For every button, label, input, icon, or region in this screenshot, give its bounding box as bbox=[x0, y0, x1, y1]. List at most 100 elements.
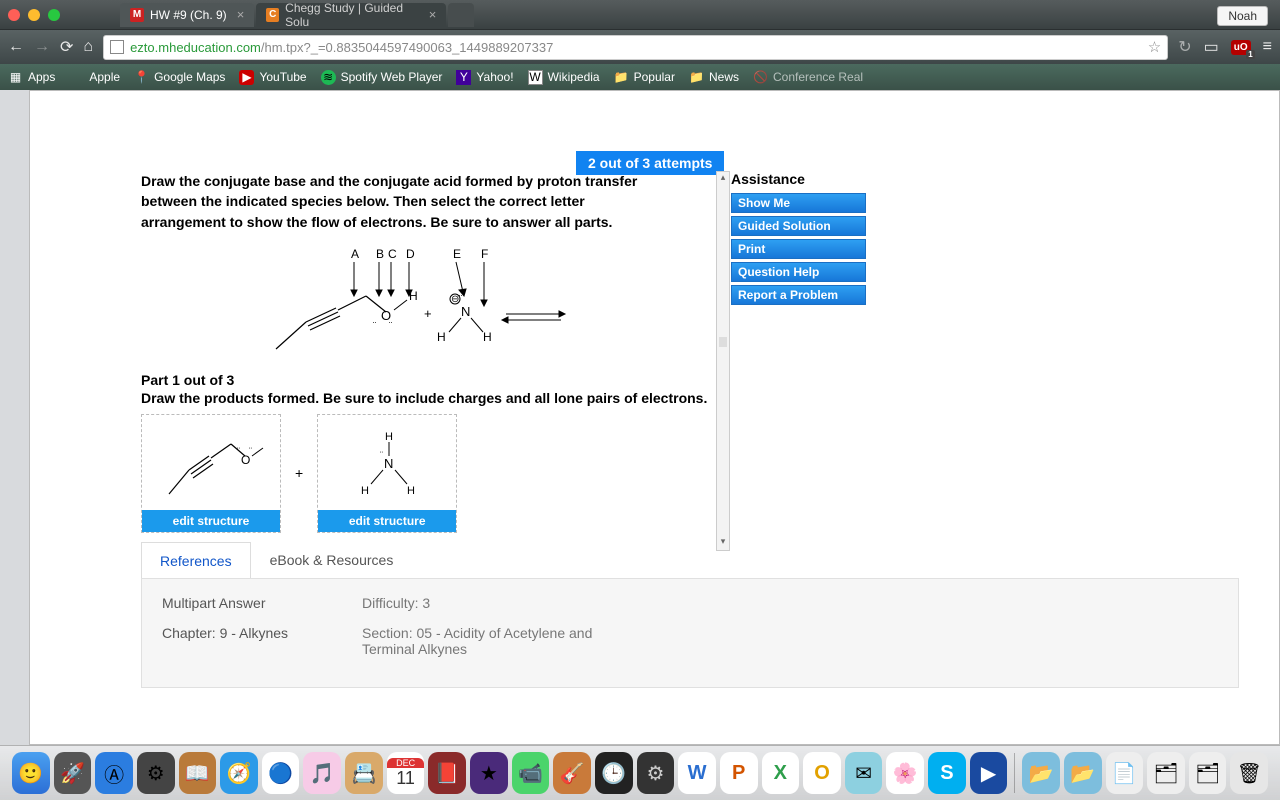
dictionary-app-icon[interactable]: 📕 bbox=[428, 752, 466, 794]
clock-app-icon[interactable]: 🕒 bbox=[595, 752, 633, 794]
url-host: ezto.mheducation.com bbox=[130, 40, 261, 55]
imovie-app-icon[interactable]: ★ bbox=[470, 752, 508, 794]
page-icon bbox=[110, 40, 124, 54]
itunes-app-icon[interactable]: 🎵 bbox=[303, 752, 341, 794]
maximize-window-icon[interactable] bbox=[48, 9, 60, 21]
word-app-icon[interactable]: W bbox=[678, 752, 716, 794]
launchpad-app-icon[interactable]: 🚀 bbox=[54, 752, 92, 794]
dock-stack-2-icon[interactable]: 🗂 bbox=[1147, 752, 1185, 794]
edit-structure-button-2[interactable]: edit structure bbox=[318, 510, 456, 532]
question-text: Draw the conjugate base and the conjugat… bbox=[141, 171, 662, 232]
youtube-bookmark[interactable]: ▶YouTube bbox=[239, 70, 306, 85]
conference-bookmark[interactable]: 🚫Conference Real bbox=[753, 70, 863, 85]
gmaps-bookmark[interactable]: 📍Google Maps bbox=[134, 70, 225, 85]
safari-app-icon[interactable]: 🧭 bbox=[220, 752, 258, 794]
apple-icon bbox=[69, 70, 84, 85]
wikipedia-bookmark[interactable]: WWikipedia bbox=[528, 70, 600, 85]
scroll-up-icon[interactable]: ▴ bbox=[717, 172, 729, 186]
chrome-app-icon[interactable]: 🔵 bbox=[262, 752, 300, 794]
svg-text:+: + bbox=[424, 306, 432, 321]
dock-folder-2-icon[interactable]: 📂 bbox=[1064, 752, 1102, 794]
tab-ebook[interactable]: eBook & Resources bbox=[251, 541, 413, 580]
blocked-icon: 🚫 bbox=[753, 70, 768, 85]
show-me-button[interactable]: Show Me bbox=[731, 193, 866, 213]
svg-text:¨: ¨ bbox=[237, 446, 240, 456]
facetime-app-icon[interactable]: 📹 bbox=[512, 752, 550, 794]
scroll-thumb[interactable] bbox=[719, 337, 727, 347]
svg-text:¨: ¨ bbox=[380, 450, 383, 460]
powerpoint-app-icon[interactable]: P bbox=[720, 752, 758, 794]
appstore-app-icon[interactable]: Ⓐ bbox=[95, 752, 133, 794]
question-content: 2 out of 3 attempts Draw the conjugate b… bbox=[141, 151, 1131, 533]
dock-stack-1-icon[interactable]: 📄 bbox=[1106, 752, 1144, 794]
minimize-window-icon[interactable] bbox=[28, 9, 40, 21]
apple-bookmark[interactable]: Apple bbox=[69, 70, 120, 85]
outlook-app-icon[interactable]: O bbox=[803, 752, 841, 794]
address-bar[interactable]: ezto.mheducation.com /hm.tpx?_=0.8835044… bbox=[103, 35, 1168, 60]
excel-app-icon[interactable]: X bbox=[762, 752, 800, 794]
gmaps-icon: 📍 bbox=[134, 70, 149, 85]
cast-icon[interactable]: ▭ bbox=[1204, 37, 1219, 57]
svg-text:N: N bbox=[461, 304, 470, 319]
yahoo-bookmark[interactable]: YYahoo! bbox=[456, 70, 513, 85]
apps-bookmark[interactable]: ▦Apps bbox=[8, 70, 55, 85]
home-icon[interactable]: ⌂ bbox=[83, 38, 93, 56]
inner-scrollbar[interactable]: ▴ ▾ bbox=[716, 171, 730, 551]
svg-text:N: N bbox=[384, 456, 393, 471]
forward-icon[interactable]: → bbox=[34, 38, 50, 56]
back-icon[interactable]: ← bbox=[8, 38, 24, 56]
wikipedia-icon: W bbox=[528, 70, 543, 85]
tab-chegg[interactable]: C Chegg Study | Guided Solu × bbox=[256, 3, 446, 27]
close-tab-icon[interactable]: × bbox=[237, 7, 245, 22]
new-tab-button[interactable] bbox=[448, 3, 474, 27]
close-tab-icon[interactable]: × bbox=[429, 7, 437, 22]
svg-text:C: C bbox=[388, 247, 397, 261]
plus-sign: + bbox=[295, 465, 303, 481]
calendar-app-icon[interactable]: DEC 11 bbox=[387, 752, 425, 794]
media-app-icon[interactable]: ▶ bbox=[970, 752, 1008, 794]
settings-app-icon[interactable]: ⚙ bbox=[637, 752, 675, 794]
ref-row-chapter: Chapter: 9 - Alkynes Section: 05 - Acidi… bbox=[162, 625, 1218, 657]
print-button[interactable]: Print bbox=[731, 239, 866, 259]
profile-badge[interactable]: Noah bbox=[1217, 6, 1268, 26]
contacts-app-icon[interactable]: 📇 bbox=[345, 752, 383, 794]
skype-app-icon[interactable]: S bbox=[928, 752, 966, 794]
edit-structure-button-1[interactable]: edit structure bbox=[142, 510, 280, 532]
part-instructions: Draw the products formed. Be sure to inc… bbox=[141, 390, 1131, 406]
close-window-icon[interactable] bbox=[8, 9, 20, 21]
question-help-button[interactable]: Question Help bbox=[731, 262, 866, 282]
product-2-box: N ¨ H H H edit structure bbox=[317, 414, 457, 533]
svg-text:H: H bbox=[385, 431, 393, 443]
sysprefs-app-icon[interactable]: ⚙ bbox=[137, 752, 175, 794]
menu-icon[interactable]: ≡ bbox=[1263, 38, 1272, 56]
dock-stack-3-icon[interactable]: 🗂 bbox=[1189, 752, 1227, 794]
ublock-icon[interactable]: uO bbox=[1231, 40, 1251, 55]
svg-text:B: B bbox=[376, 247, 384, 261]
scroll-down-icon[interactable]: ▾ bbox=[717, 536, 729, 550]
part-title: Part 1 out of 3 bbox=[141, 372, 1131, 388]
tab-references[interactable]: References bbox=[141, 542, 251, 581]
garageband-app-icon[interactable]: 🎸 bbox=[553, 752, 591, 794]
product-1-drawing[interactable]: O ¨ ¨ bbox=[142, 415, 280, 510]
youtube-icon: ▶ bbox=[239, 70, 254, 85]
guided-solution-button[interactable]: Guided Solution bbox=[731, 216, 866, 236]
ref-row-difficulty: Multipart Answer Difficulty: 3 bbox=[162, 595, 1218, 611]
book-app-icon[interactable]: 📖 bbox=[179, 752, 217, 794]
popular-bookmark[interactable]: 📁Popular bbox=[614, 70, 675, 85]
news-bookmark[interactable]: 📁News bbox=[689, 70, 739, 85]
mail-app-icon[interactable]: ✉ bbox=[845, 752, 883, 794]
assistance-panel: Assistance Show Me Guided Solution Print… bbox=[731, 171, 896, 308]
tab-hw9[interactable]: M HW #9 (Ch. 9) × bbox=[120, 3, 254, 27]
reload-icon[interactable]: ⟳ bbox=[60, 37, 73, 57]
photos-app-icon[interactable]: 🌸 bbox=[886, 752, 924, 794]
bookmark-star-icon[interactable]: ☆ bbox=[1148, 38, 1161, 56]
favicon-c-icon: C bbox=[266, 8, 279, 22]
svg-text:F: F bbox=[481, 247, 488, 261]
report-problem-button[interactable]: Report a Problem bbox=[731, 285, 866, 305]
sync-icon[interactable]: ↻ bbox=[1178, 37, 1191, 57]
trash-icon[interactable]: 🗑 bbox=[1230, 752, 1268, 794]
finder-app-icon[interactable]: 🙂 bbox=[12, 752, 50, 794]
product-2-drawing[interactable]: N ¨ H H H bbox=[318, 415, 456, 510]
dock-folder-1-icon[interactable]: 📂 bbox=[1022, 752, 1060, 794]
spotify-bookmark[interactable]: ≋Spotify Web Player bbox=[321, 70, 443, 85]
